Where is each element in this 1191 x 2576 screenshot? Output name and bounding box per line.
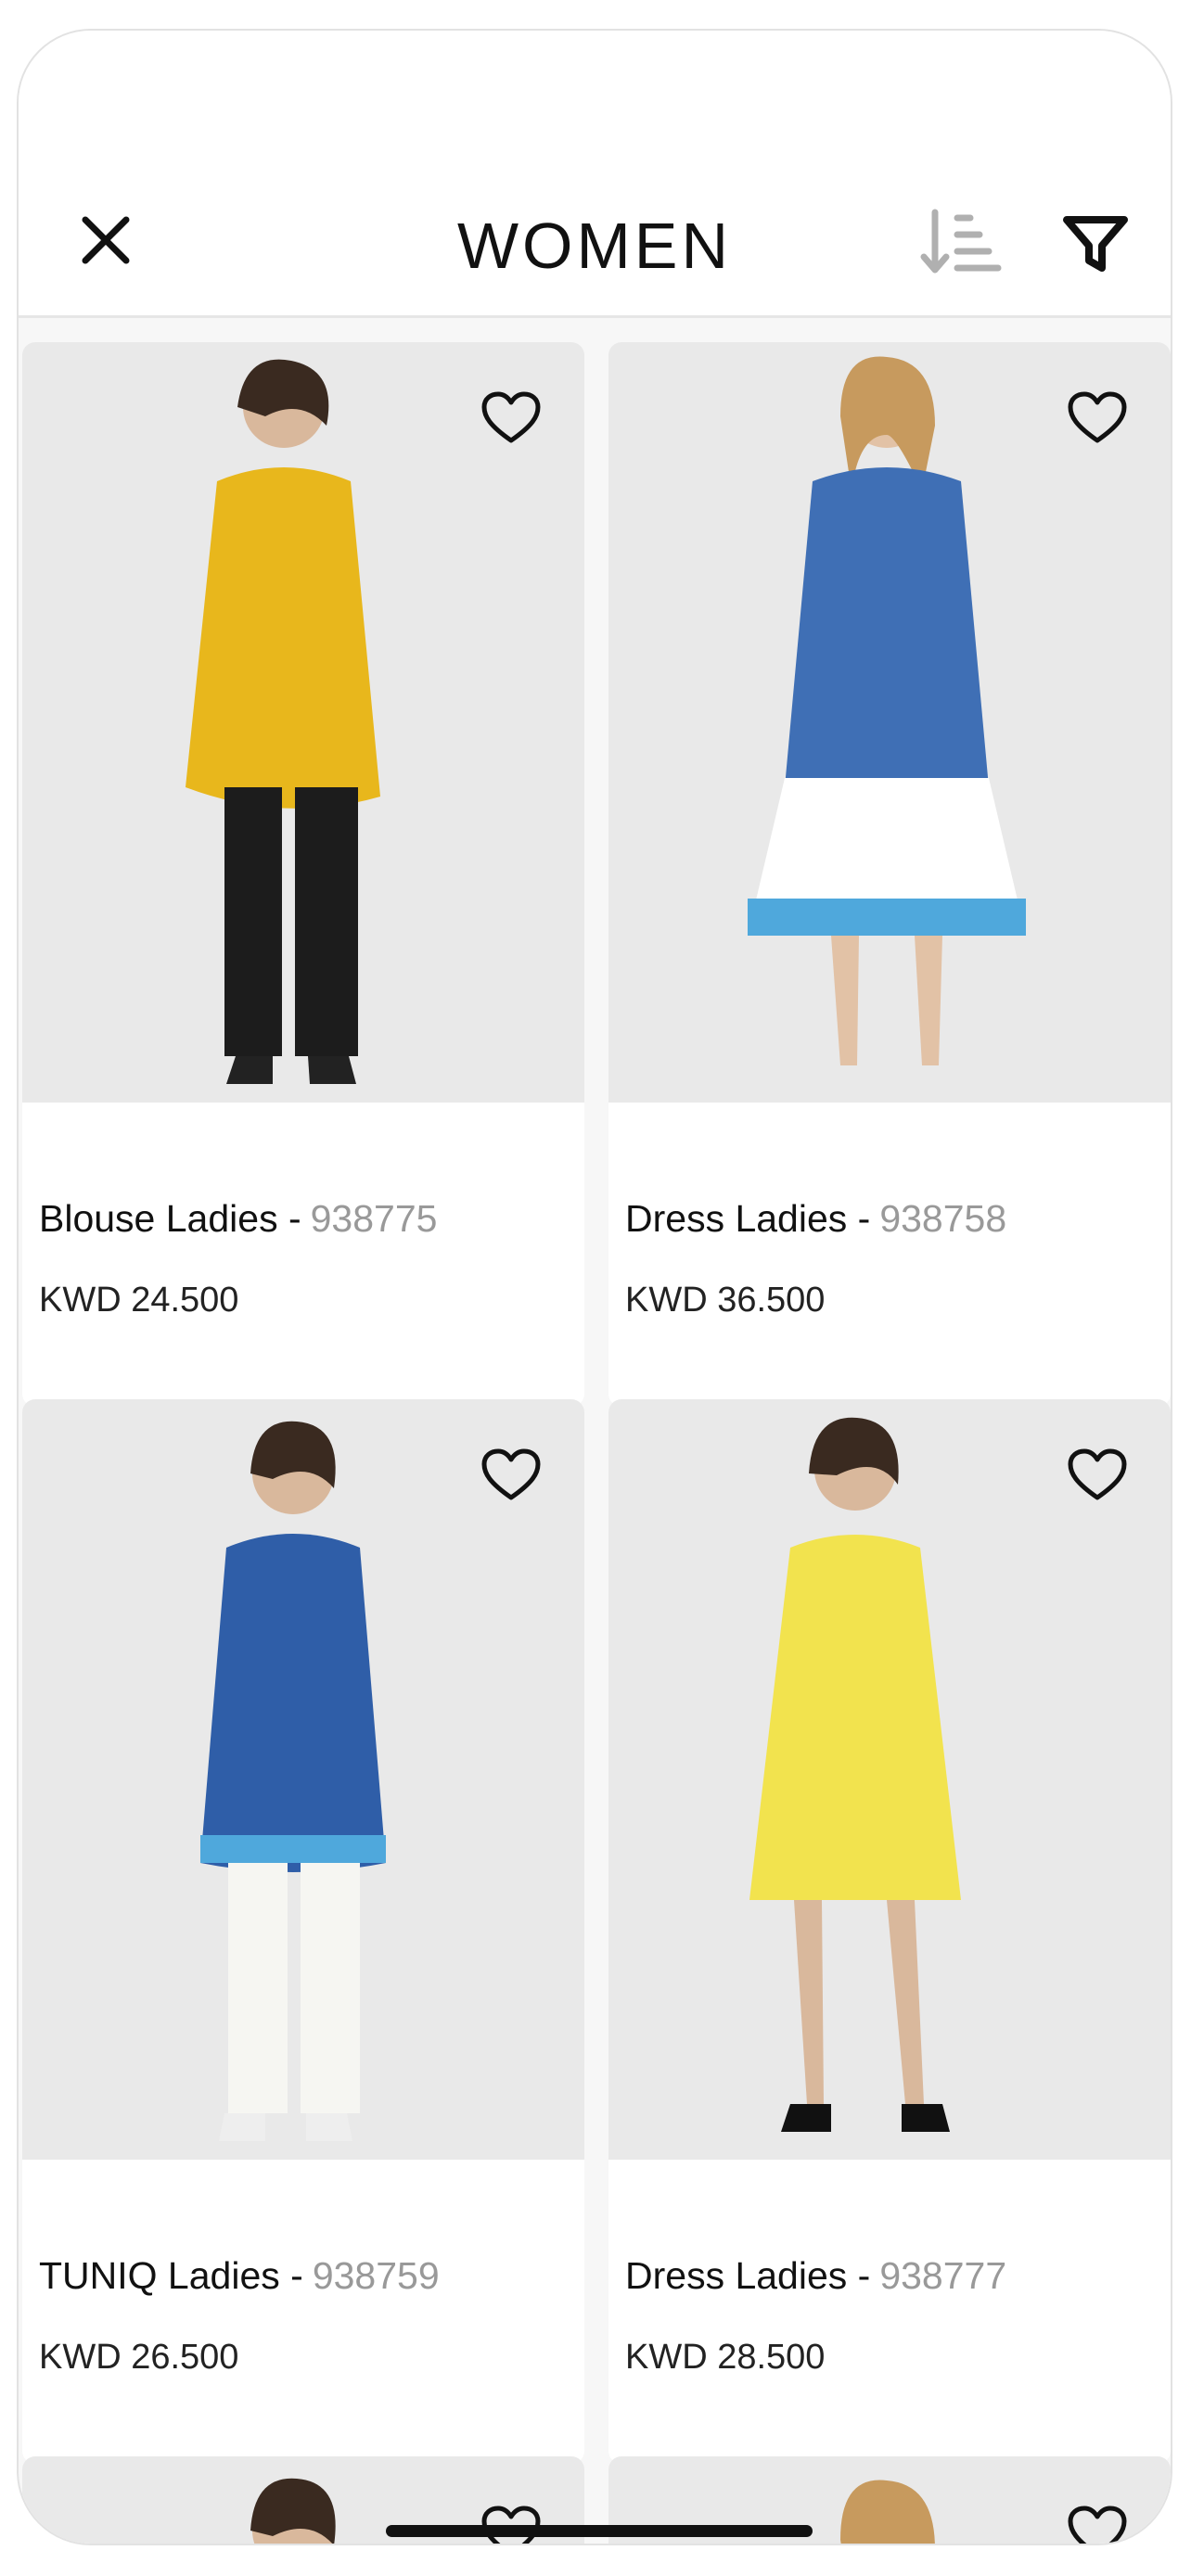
dress-bodice <box>785 467 989 787</box>
wishlist-button[interactable] <box>480 1447 542 1503</box>
filter-button[interactable] <box>1054 199 1137 283</box>
top-garment <box>186 467 380 809</box>
sort-icon <box>920 209 1002 274</box>
product-name: Dress Ladies -938758 <box>625 1197 1006 1241</box>
tunic <box>200 1534 386 1872</box>
top-bar: WOMEN <box>19 31 1171 318</box>
wishlist-button[interactable] <box>480 390 542 446</box>
home-indicator[interactable] <box>386 2525 813 2537</box>
product-name-label: Blouse Ladies - <box>39 1197 301 1240</box>
product-code: 938775 <box>310 1197 438 1240</box>
product-card[interactable]: Blouse Ladies -938775 KWD 24.500 <box>22 342 584 1407</box>
wishlist-button[interactable] <box>1067 390 1128 446</box>
heart-icon <box>1068 391 1127 443</box>
product-name-label: Dress Ladies - <box>625 2254 871 2297</box>
wishlist-button[interactable] <box>1067 1447 1128 1503</box>
product-name: TUNIQ Ladies -938759 <box>39 2254 440 2298</box>
product-code: 938759 <box>312 2254 440 2297</box>
heart-icon <box>1068 1448 1127 1500</box>
product-name-label: TUNIQ Ladies - <box>39 2254 303 2297</box>
product-name-label: Dress Ladies - <box>625 1197 871 1240</box>
heart-icon <box>481 391 541 443</box>
product-name: Dress Ladies -938777 <box>625 2254 1006 2298</box>
yellow-dress <box>749 1535 961 1900</box>
product-image <box>22 342 584 1103</box>
app-screen: WOMEN Blouse Ladies - 938775 KWD 24.500 … <box>17 29 1172 2545</box>
heart-icon <box>481 1448 541 1500</box>
product-price: KWD 24.500 <box>39 1281 239 1320</box>
product-price: KWD 28.500 <box>625 2338 826 2377</box>
product-card[interactable]: TUNIQ Ladies -938759 KWD 26.500 <box>22 1399 584 2464</box>
product-image <box>608 1399 1171 2160</box>
sort-button[interactable] <box>915 194 1011 290</box>
product-code: 938777 <box>879 2254 1007 2297</box>
product-image <box>22 1399 584 2160</box>
product-name: Blouse Ladies -938775 <box>39 1197 437 1241</box>
wishlist-button[interactable] <box>1067 2505 1128 2544</box>
product-code: 938758 <box>879 1197 1007 1240</box>
product-image <box>608 342 1171 1103</box>
product-card[interactable]: Dress Ladies -938758 KWD 36.500 <box>608 342 1171 1407</box>
product-price: KWD 26.500 <box>39 2338 239 2377</box>
product-price: KWD 36.500 <box>625 1281 826 1320</box>
product-card[interactable]: Dress Ladies -938777 KWD 28.500 <box>608 1399 1171 2464</box>
heart-icon <box>1068 2506 1127 2544</box>
filter-icon <box>1063 216 1128 272</box>
